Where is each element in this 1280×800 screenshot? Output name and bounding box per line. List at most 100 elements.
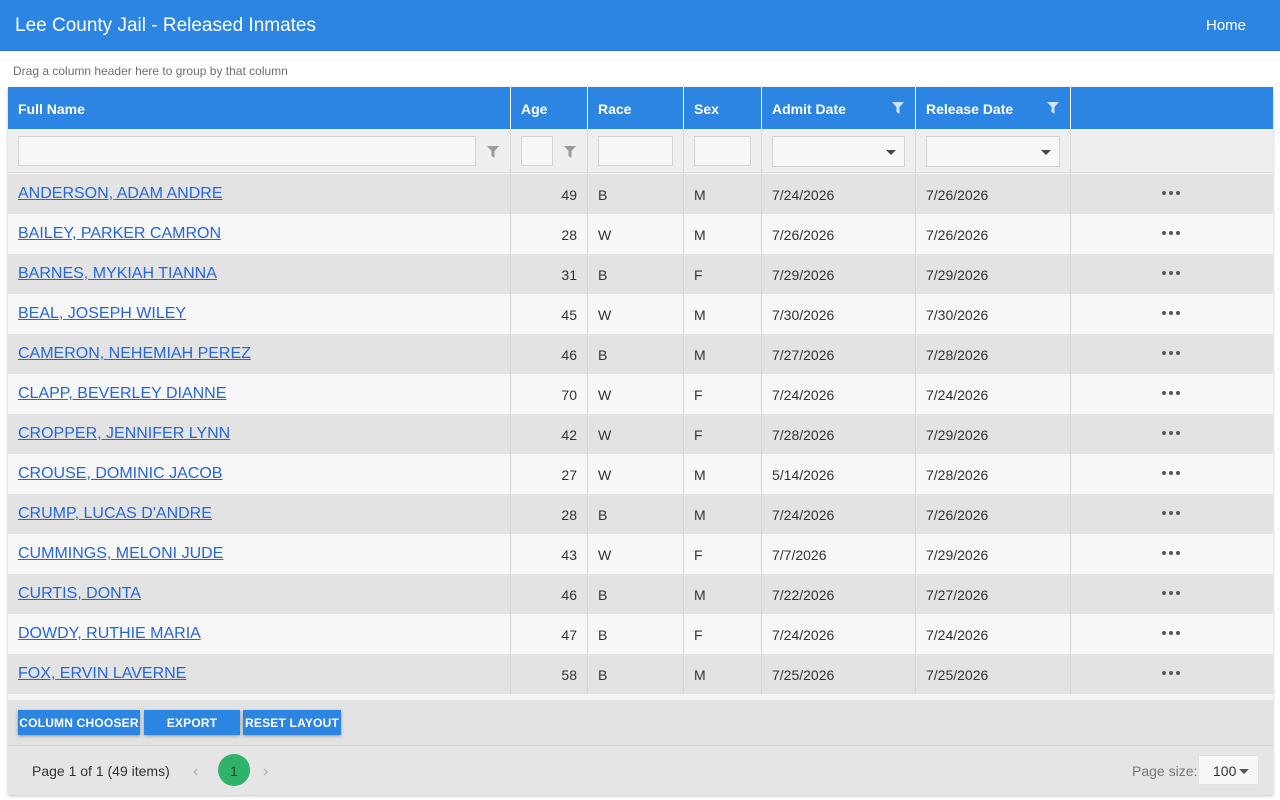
more-options-icon[interactable]	[1162, 511, 1180, 516]
table-row[interactable]: CAMERON, NEHEMIAH PEREZ 46 B M 7/27/2026 7/28…	[8, 334, 1273, 374]
home-link[interactable]: Home	[1206, 17, 1246, 34]
admit-date-cell: 7/7/2026	[762, 534, 916, 574]
page-size-dropdown[interactable]: 100	[1198, 755, 1259, 785]
table-row[interactable]: FOX, ERVIN LAVERNE 58 B M 7/25/2026 7/25/2026	[8, 654, 1273, 694]
table-row[interactable]: ANDERSON, ADAM ANDRE 49 B M 7/24/2026 7/26/20…	[8, 174, 1273, 214]
column-header-full-name[interactable]: Full Name	[8, 87, 511, 129]
full-name-cell: FOX, ERVIN LAVERNE	[8, 654, 511, 694]
sex-cell: F	[684, 534, 762, 574]
inmate-name-link[interactable]: ANDERSON, ADAM ANDRE	[18, 185, 222, 202]
table-row[interactable]: CRUMP, LUCAS D'ANDRE 28 B M 7/24/2026 7/26/20…	[8, 494, 1273, 534]
row-actions-cell	[1071, 494, 1273, 534]
inmate-name-link[interactable]: CAMERON, NEHEMIAH PEREZ	[18, 345, 251, 362]
full-name-cell: DOWDY, RUTHIE MARIA	[8, 614, 511, 654]
age-filter-icon[interactable]	[564, 146, 576, 158]
more-options-icon[interactable]	[1162, 671, 1180, 676]
age-cell: 28	[511, 214, 588, 254]
export-button[interactable]: EXPORT	[144, 710, 240, 735]
inmate-name-link[interactable]: FOX, ERVIN LAVERNE	[18, 665, 186, 682]
full-name-filter-input[interactable]	[18, 136, 476, 166]
table-row[interactable]: BAILEY, PARKER CAMRON 28 W M 7/26/2026 7/26/2…	[8, 214, 1273, 254]
inmate-name-link[interactable]: DOWDY, RUTHIE MARIA	[18, 625, 201, 642]
more-options-icon[interactable]	[1162, 391, 1180, 396]
release-date-cell: 7/28/2026	[916, 334, 1071, 374]
full-name-cell: CROUSE, DOMINIC JACOB	[8, 454, 511, 494]
race-cell: B	[588, 654, 684, 694]
table-row[interactable]: CUMMINGS, MELONI JUDE 43 W F 7/7/2026 7/29/20…	[8, 534, 1273, 574]
more-options-icon[interactable]	[1162, 311, 1180, 316]
pager: Page 1 of 1 (49 items) ‹ 1 › Page size: …	[8, 746, 1273, 795]
page-number-button[interactable]: 1	[218, 754, 250, 786]
inmate-name-link[interactable]: CRUMP, LUCAS D'ANDRE	[18, 505, 212, 522]
race-filter-input[interactable]	[598, 136, 673, 166]
release-date-cell: 7/24/2026	[916, 614, 1071, 654]
more-options-icon[interactable]	[1162, 591, 1180, 596]
full-name-filter-icon[interactable]	[487, 146, 499, 158]
more-options-icon[interactable]	[1162, 551, 1180, 556]
column-chooser-button[interactable]: COLUMN CHOOSER	[18, 710, 140, 735]
age-cell: 43	[511, 534, 588, 574]
full-name-cell: CROPPER, JENNIFER LYNN	[8, 414, 511, 454]
more-options-icon[interactable]	[1162, 431, 1180, 436]
more-options-icon[interactable]	[1162, 351, 1180, 356]
inmate-name-link[interactable]: CROPPER, JENNIFER LYNN	[18, 425, 230, 442]
table-row[interactable]: BEAL, JOSEPH WILEY 45 W M 7/30/2026 7/30/2026	[8, 294, 1273, 334]
table-row[interactable]: DOWDY, RUTHIE MARIA 47 B F 7/24/2026 7/24/202…	[8, 614, 1273, 654]
table-row[interactable]: CURTIS, DONTA 46 B M 7/22/2026 7/27/2026	[8, 574, 1273, 614]
full-name-cell: ANDERSON, ADAM ANDRE	[8, 174, 511, 214]
column-header-race[interactable]: Race	[588, 87, 684, 129]
full-name-cell: BEAL, JOSEPH WILEY	[8, 294, 511, 334]
release-date-cell: 7/24/2026	[916, 374, 1071, 414]
admit-date-header-filter-icon[interactable]	[892, 102, 904, 114]
inmate-name-link[interactable]: BEAL, JOSEPH WILEY	[18, 305, 186, 322]
filter-cell-full-name	[8, 129, 511, 173]
chevron-down-icon	[1041, 150, 1051, 155]
sex-filter-input[interactable]	[694, 136, 751, 166]
inmate-name-link[interactable]: BARNES, MYKIAH TIANNA	[18, 265, 217, 282]
sex-cell: F	[684, 374, 762, 414]
more-options-icon[interactable]	[1162, 231, 1180, 236]
inmate-name-link[interactable]: CUMMINGS, MELONI JUDE	[18, 545, 223, 562]
column-header-age[interactable]: Age	[511, 87, 588, 129]
inmate-name-link[interactable]: CROUSE, DOMINIC JACOB	[18, 465, 222, 482]
column-header-sex[interactable]: Sex	[684, 87, 762, 129]
release-date-cell: 7/29/2026	[916, 534, 1071, 574]
table-row[interactable]: CLAPP, BEVERLEY DIANNE 70 W F 7/24/2026 7/24/…	[8, 374, 1273, 414]
more-options-icon[interactable]	[1162, 631, 1180, 636]
race-cell: W	[588, 214, 684, 254]
release-date-header-filter-icon[interactable]	[1047, 102, 1059, 114]
age-cell: 28	[511, 494, 588, 534]
release-date-cell: 7/26/2026	[916, 174, 1071, 214]
inmate-name-link[interactable]: CURTIS, DONTA	[18, 585, 141, 602]
more-options-icon[interactable]	[1162, 191, 1180, 196]
row-actions-cell	[1071, 254, 1273, 294]
release-date-filter-dropdown[interactable]	[926, 136, 1060, 167]
table-row[interactable]: BARNES, MYKIAH TIANNA 31 B F 7/29/2026 7/29/2…	[8, 254, 1273, 294]
full-name-cell: CURTIS, DONTA	[8, 574, 511, 614]
next-page-icon[interactable]: ›	[263, 763, 268, 781]
age-cell: 70	[511, 374, 588, 414]
admit-date-cell: 7/30/2026	[762, 294, 916, 334]
age-cell: 31	[511, 254, 588, 294]
inmate-name-link[interactable]: BAILEY, PARKER CAMRON	[18, 225, 221, 242]
inmates-grid: Full Name Age Race Sex Admit Date Releas…	[8, 87, 1273, 795]
chevron-down-icon	[886, 150, 896, 155]
admit-date-filter-dropdown[interactable]	[772, 136, 905, 167]
age-filter-input[interactable]	[521, 136, 553, 166]
more-options-icon[interactable]	[1162, 471, 1180, 476]
grid-body[interactable]: ANDERSON, ADAM ANDRE 49 B M 7/24/2026 7/26/20…	[8, 174, 1273, 694]
group-panel-hint[interactable]: Drag a column header here to group by th…	[13, 64, 288, 78]
sex-cell: M	[684, 294, 762, 334]
row-actions-cell	[1071, 414, 1273, 454]
admit-date-cell: 7/25/2026	[762, 654, 916, 694]
row-actions-cell	[1071, 294, 1273, 334]
sex-cell: M	[684, 334, 762, 374]
prev-page-icon[interactable]: ‹	[193, 763, 198, 781]
row-actions-cell	[1071, 374, 1273, 414]
table-row[interactable]: CROUSE, DOMINIC JACOB 27 W M 5/14/2026 7/28/2…	[8, 454, 1273, 494]
reset-layout-button[interactable]: RESET LAYOUT	[243, 710, 341, 735]
more-options-icon[interactable]	[1162, 271, 1180, 276]
table-row[interactable]: CROPPER, JENNIFER LYNN 42 W F 7/28/2026 7/29/…	[8, 414, 1273, 454]
filter-cell-admit-date	[762, 129, 916, 173]
inmate-name-link[interactable]: CLAPP, BEVERLEY DIANNE	[18, 385, 226, 402]
